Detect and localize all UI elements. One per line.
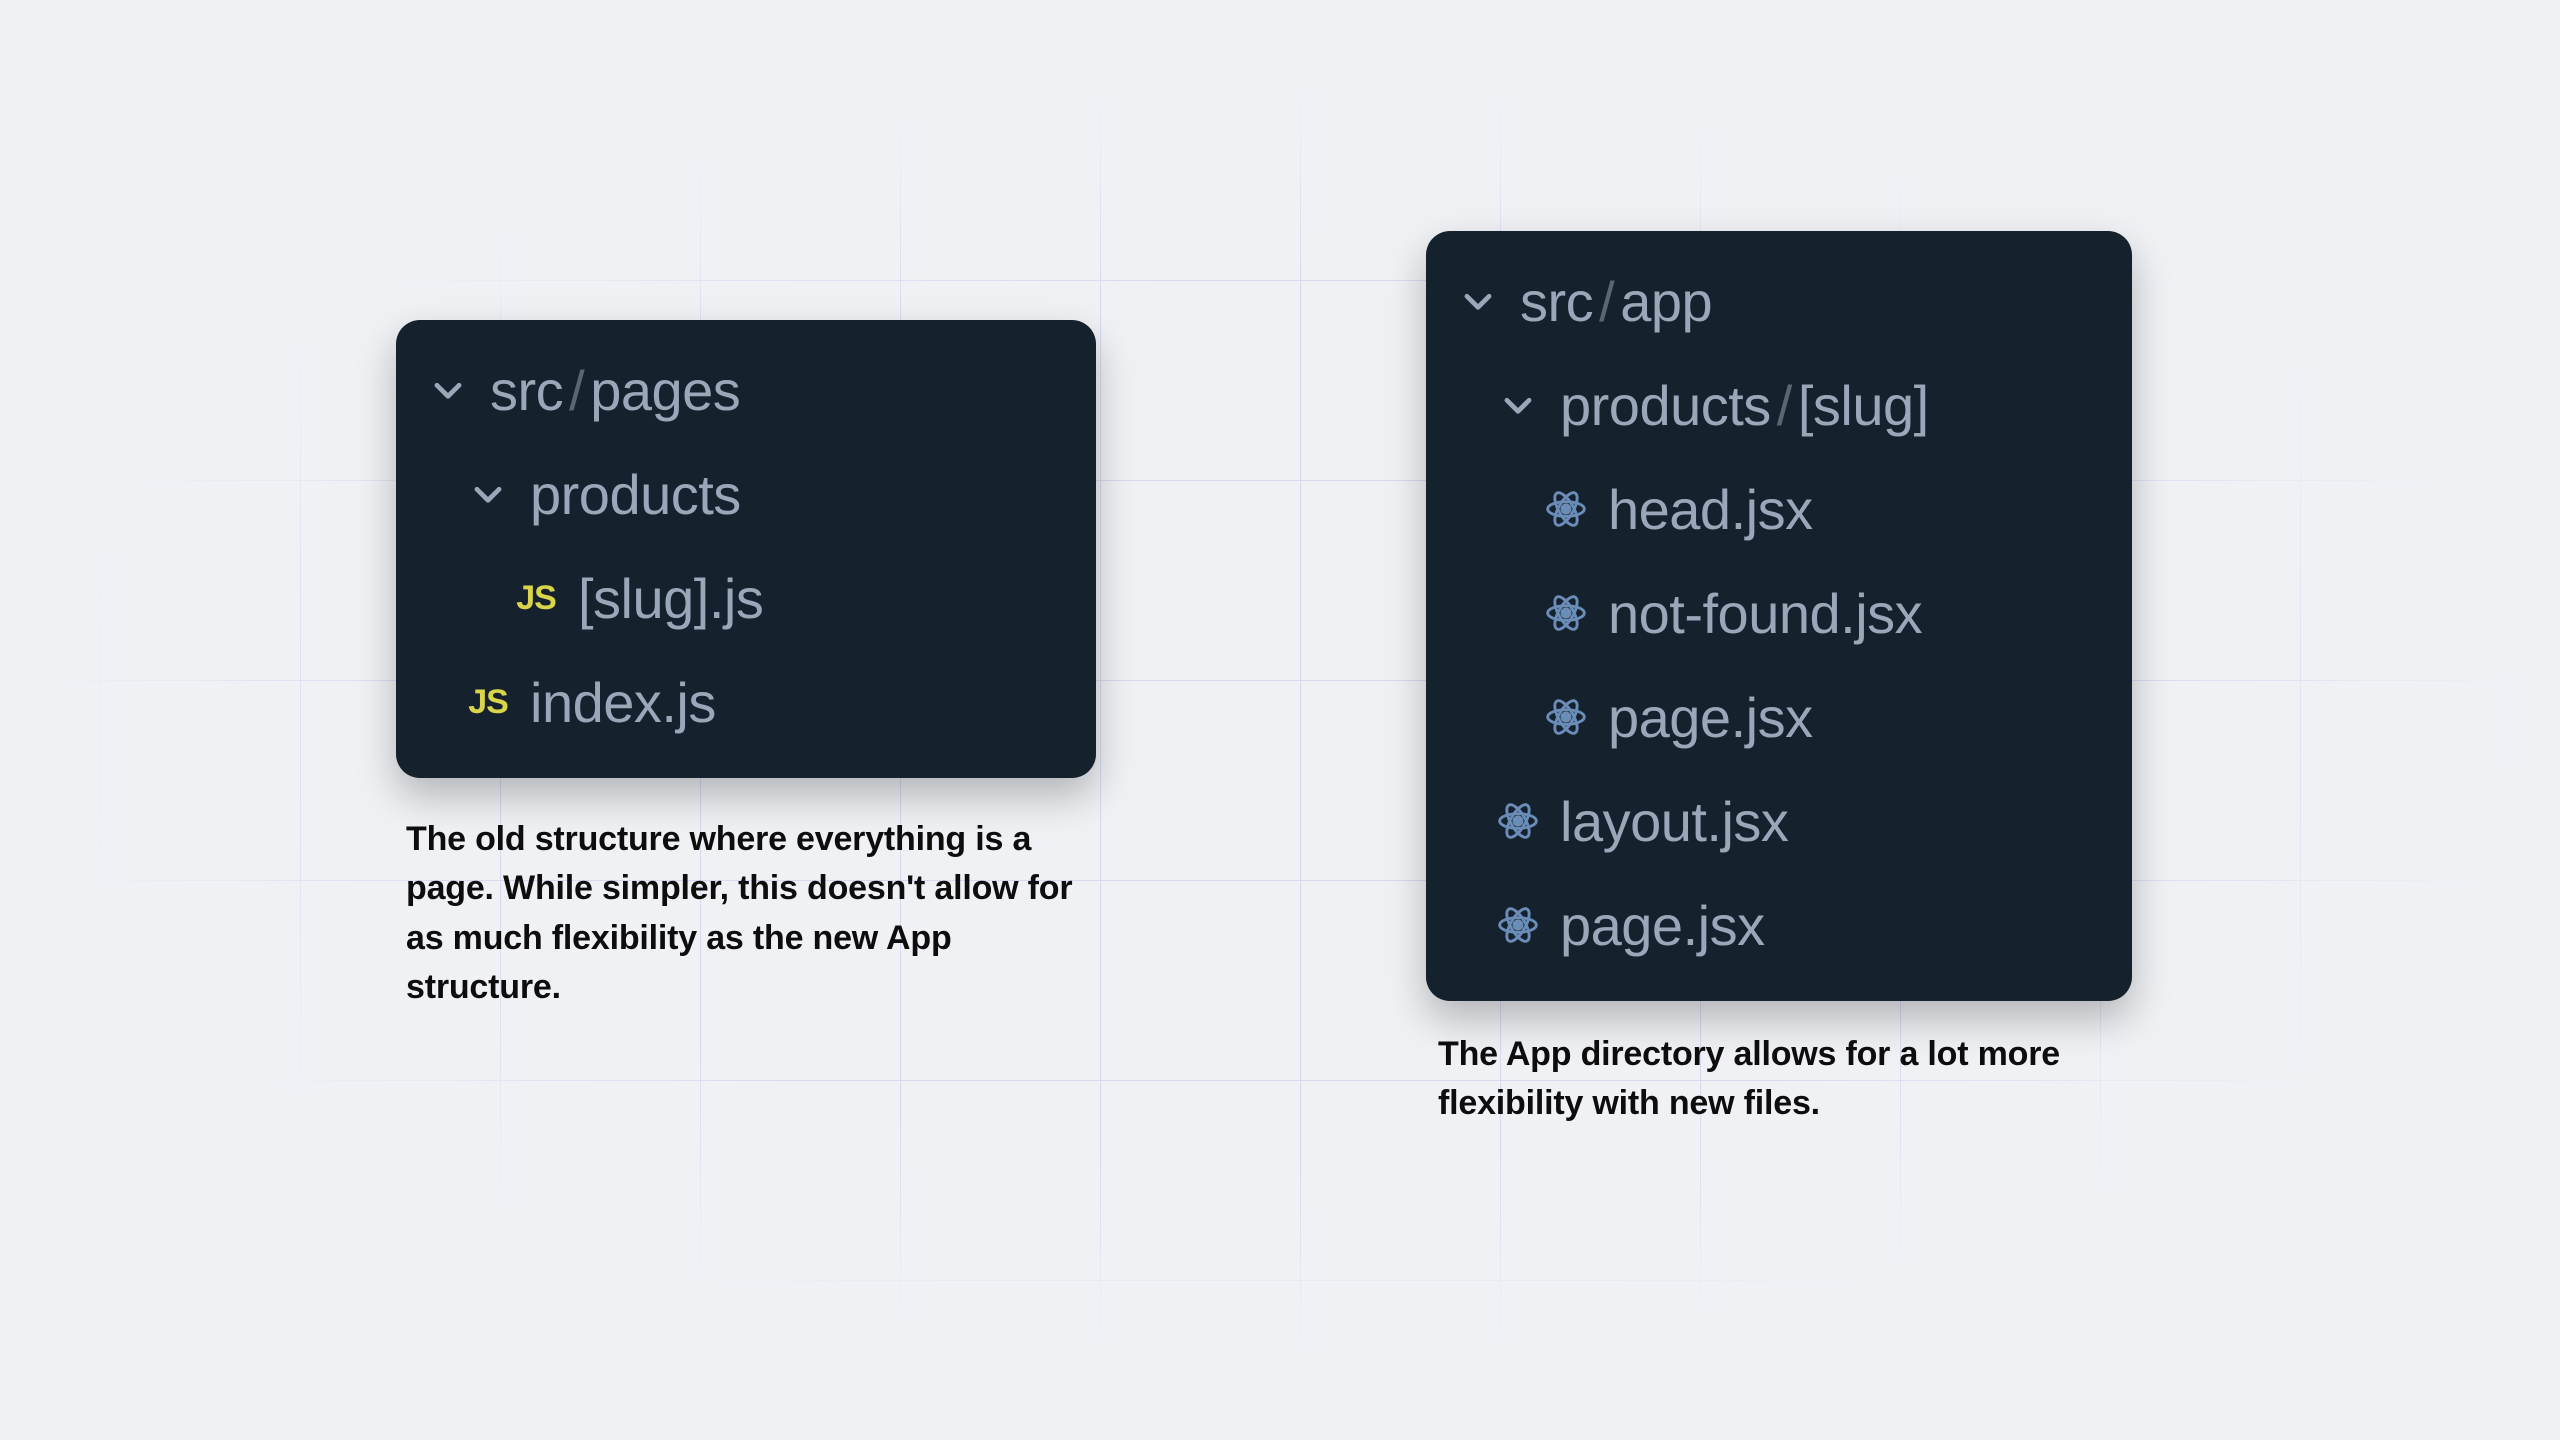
path-separator: / — [1777, 374, 1792, 437]
file-label: not-found.jsx — [1608, 581, 1922, 646]
folder-label: products — [530, 462, 741, 527]
chevron-down-icon — [464, 475, 512, 513]
file-index-js: JS index.js — [424, 650, 1060, 754]
chevron-down-icon — [424, 371, 472, 409]
path-segment: pages — [590, 359, 740, 422]
file-label: layout.jsx — [1560, 789, 1788, 854]
file-label: page.jsx — [1560, 893, 1765, 958]
chevron-down-icon — [1494, 386, 1542, 424]
pages-structure-panel: src/pages products JS [slug].js JS index… — [396, 320, 1096, 778]
background-grid — [0, 0, 2560, 1440]
file-label: page.jsx — [1608, 685, 1813, 750]
pages-caption: The old structure where everything is a … — [406, 815, 1086, 1012]
file-page-jsx-nested: page.jsx — [1454, 665, 2096, 769]
file-slug-js: JS [slug].js — [424, 546, 1060, 650]
file-label: [slug].js — [578, 566, 763, 631]
app-caption: The App directory allows for a lot more … — [1438, 1030, 2118, 1129]
path-separator: / — [569, 359, 584, 422]
path-segment: src — [490, 359, 563, 422]
folder-path: src/pages — [490, 358, 740, 423]
chevron-down-icon — [1454, 282, 1502, 320]
react-icon — [1494, 903, 1542, 947]
path-segment: app — [1620, 270, 1712, 333]
react-icon — [1542, 695, 1590, 739]
folder-products: products — [424, 442, 1060, 546]
folder-src-app: src/app — [1454, 249, 2096, 353]
file-layout-jsx: layout.jsx — [1454, 769, 2096, 873]
folder-path: products/[slug] — [1560, 373, 1929, 438]
file-head-jsx: head.jsx — [1454, 457, 2096, 561]
folder-src-pages: src/pages — [424, 338, 1060, 442]
file-not-found-jsx: not-found.jsx — [1454, 561, 2096, 665]
react-icon — [1494, 799, 1542, 843]
react-icon — [1542, 487, 1590, 531]
path-segment: [slug] — [1798, 374, 1929, 437]
app-structure-panel: src/app products/[slug] head.jsx not-fou… — [1426, 231, 2132, 1001]
path-segment: products — [1560, 374, 1771, 437]
folder-path: src/app — [1520, 269, 1712, 334]
js-icon: JS — [512, 579, 560, 618]
file-label: index.js — [530, 670, 716, 735]
folder-products-slug: products/[slug] — [1454, 353, 2096, 457]
path-segment: src — [1520, 270, 1593, 333]
file-label: head.jsx — [1608, 477, 1813, 542]
react-icon — [1542, 591, 1590, 635]
path-separator: / — [1599, 270, 1614, 333]
file-page-jsx-root: page.jsx — [1454, 873, 2096, 977]
js-icon: JS — [464, 683, 512, 722]
